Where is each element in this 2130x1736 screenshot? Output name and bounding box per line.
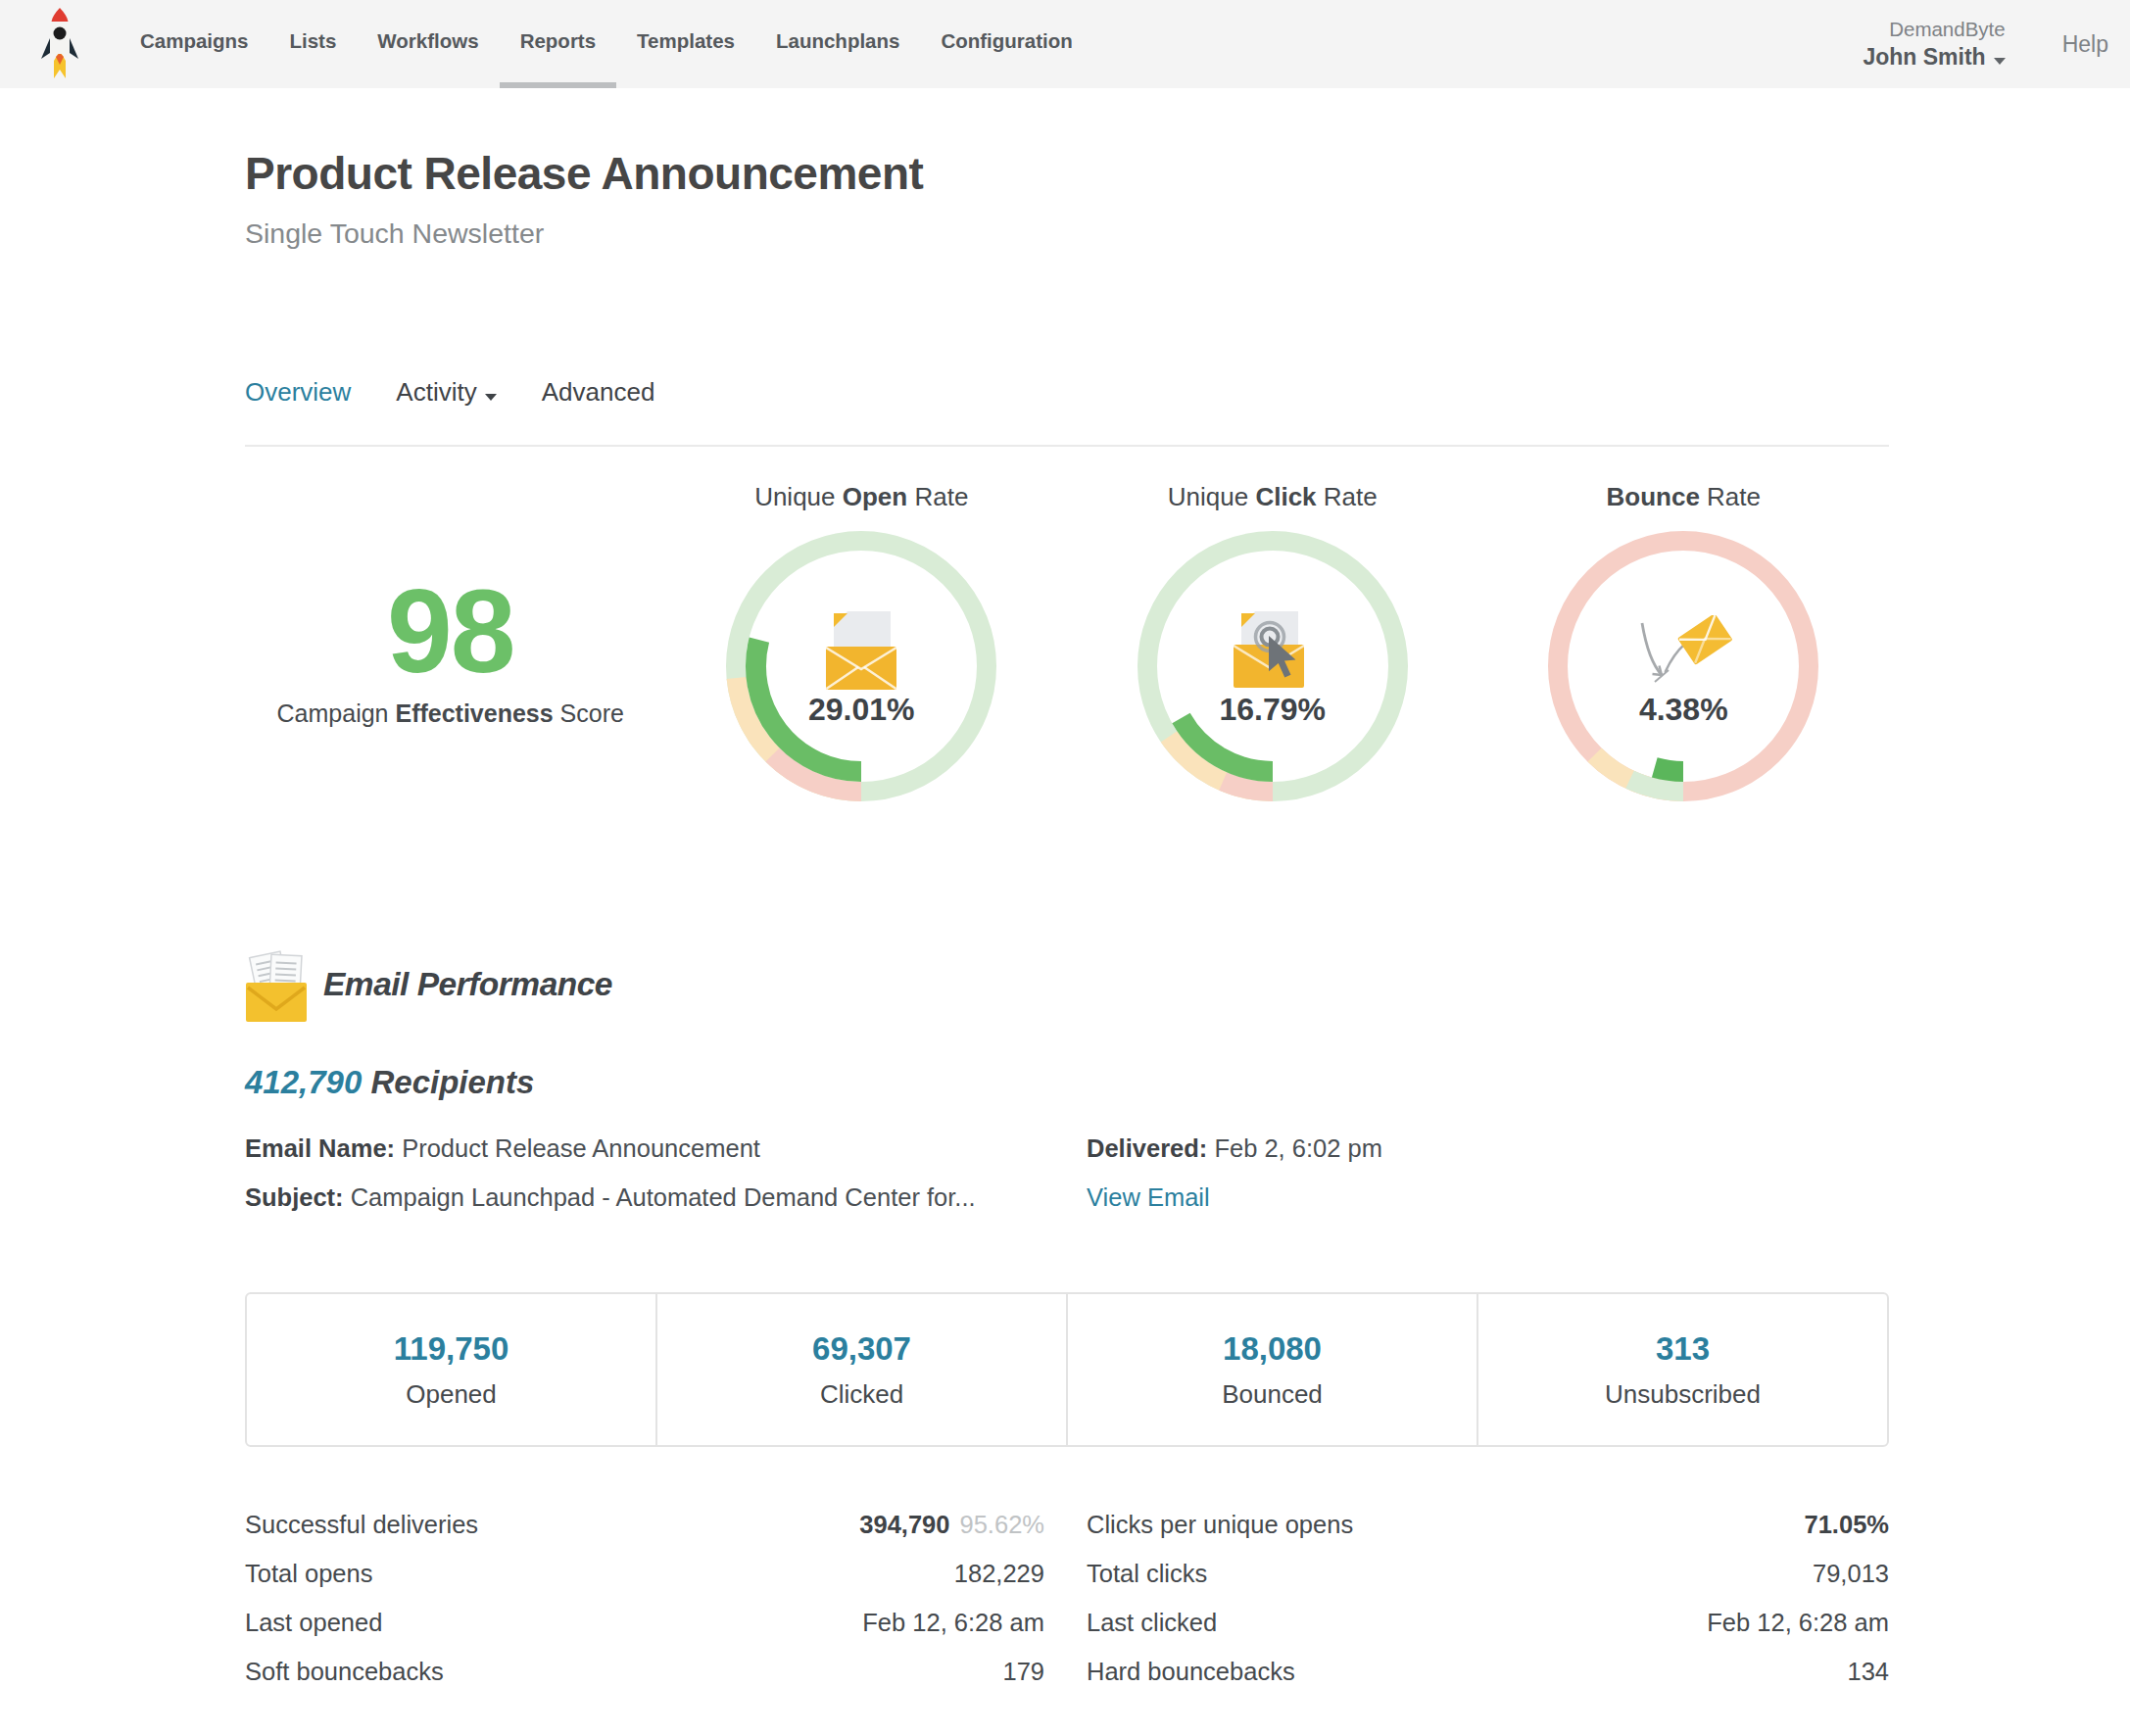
menu-item-campaigns[interactable]: Campaigns: [120, 0, 269, 88]
stat-label: Bounced: [1222, 1379, 1323, 1410]
account-user: John Smith: [1863, 42, 2005, 72]
detail-label: Successful deliveries: [245, 1511, 478, 1539]
envelope-bounce-icon: [1632, 615, 1734, 701]
detail-row: Hard bouncebacks 134: [1087, 1658, 1889, 1686]
menu-item-reports[interactable]: Reports: [500, 0, 616, 88]
detail-value: 394,79095.62%: [859, 1511, 1044, 1539]
gauge-unique-click-rate: Unique Click Rate 16.79%: [1067, 482, 1478, 803]
menu-item-configuration[interactable]: Configuration: [920, 0, 1092, 88]
detail-value: 179: [1002, 1658, 1044, 1686]
detail-label: Total clicks: [1087, 1560, 1207, 1588]
recipients-line: 412,790 Recipients: [245, 1064, 1889, 1101]
stat-value: 119,750: [394, 1330, 508, 1368]
detail-row: Total clicks 79,013: [1087, 1560, 1889, 1588]
detail-label: Total opens: [245, 1560, 372, 1588]
detail-value: 182,229: [954, 1560, 1044, 1588]
gauge-title: Bounce Rate: [1478, 482, 1890, 529]
stat-label: Clicked: [820, 1379, 903, 1410]
email-stack-icon: [245, 946, 308, 1023]
gauge-value: 16.79%: [1136, 692, 1410, 728]
detail-label: Hard bouncebacks: [1087, 1658, 1295, 1686]
gauge-title: Unique Open Rate: [656, 482, 1068, 529]
metrics-row: 98 Campaign Effectiveness Score Unique O…: [245, 482, 1889, 803]
top-nav: CampaignsListsWorkflowsReportsTemplatesL…: [0, 0, 2130, 88]
detail-value: 71.05%: [1805, 1511, 1890, 1539]
gauge-unique-open-rate: Unique Open Rate 29.01%: [656, 482, 1068, 803]
stat-box-clicked: 69,307 Clicked: [657, 1294, 1068, 1445]
main-menu: CampaignsListsWorkflowsReportsTemplatesL…: [120, 0, 1093, 88]
chevron-down-icon: [485, 394, 497, 401]
tab-activity[interactable]: Activity: [396, 377, 496, 408]
menu-item-lists[interactable]: Lists: [269, 0, 358, 88]
email-fields: Email Name: Product Release Announcement…: [245, 1134, 1889, 1212]
score-value: 98: [245, 572, 656, 690]
detail-value: Feb 12, 6:28 am: [862, 1609, 1044, 1637]
detail-label: Soft bouncebacks: [245, 1658, 444, 1686]
tab-overview[interactable]: Overview: [245, 377, 351, 408]
view-email-link[interactable]: View Email: [1087, 1183, 1210, 1211]
detail-row: Last clicked Feb 12, 6:28 am: [1087, 1609, 1889, 1637]
help-link[interactable]: Help: [2062, 31, 2108, 58]
subject-field: Subject: Campaign Launchpad - Automated …: [245, 1183, 1087, 1212]
gauge-value: 4.38%: [1546, 692, 1820, 728]
detail-value: 79,013: [1813, 1560, 1889, 1588]
menu-item-templates[interactable]: Templates: [616, 0, 755, 88]
gauge-bounce-rate: Bounce Rate 4.38%: [1478, 482, 1890, 803]
detail-label: Clicks per unique opens: [1087, 1511, 1353, 1539]
score-label: Campaign Effectiveness Score: [245, 699, 656, 728]
detail-row: Soft bouncebacks 179: [245, 1658, 1044, 1686]
page-title: Product Release Announcement: [245, 147, 1889, 200]
gauge-value: 29.01%: [724, 692, 998, 728]
menu-item-launchplans[interactable]: Launchplans: [755, 0, 920, 88]
detail-row: Last opened Feb 12, 6:28 am: [245, 1609, 1044, 1637]
stat-box-bounced: 18,080 Bounced: [1068, 1294, 1478, 1445]
envelope-click-icon: [1226, 602, 1320, 699]
email-performance-header: Email Performance: [245, 946, 1889, 1023]
detail-row: Total opens 182,229: [245, 1560, 1044, 1588]
gauge-title: Unique Click Rate: [1067, 482, 1478, 529]
stat-box-unsubscribed: 313 Unsubscribed: [1478, 1294, 1887, 1445]
stat-value: 69,307: [812, 1330, 911, 1368]
stat-value: 18,080: [1223, 1330, 1322, 1368]
recipients-count: 412,790: [245, 1064, 362, 1100]
account-menu[interactable]: DemandByte John Smith: [1863, 16, 2005, 73]
detail-label: Last opened: [245, 1609, 382, 1637]
detail-value: Feb 12, 6:28 am: [1707, 1609, 1889, 1637]
section-title: Email Performance: [323, 966, 612, 1003]
detail-stats: Successful deliveries 394,79095.62% Total…: [245, 1511, 1889, 1707]
detail-row: Successful deliveries 394,79095.62%: [245, 1511, 1044, 1539]
stat-value: 313: [1656, 1330, 1710, 1368]
stat-box-opened: 119,750 Opened: [247, 1294, 657, 1445]
delivered-field: Delivered: Feb 2, 6:02 pm: [1087, 1134, 1889, 1163]
report-tabs: Overview Activity Advanced: [245, 377, 1889, 408]
rocket-icon: [38, 8, 81, 80]
email-name-field: Email Name: Product Release Announcement: [245, 1134, 1087, 1163]
detail-row: Clicks per unique opens 71.05%: [1087, 1511, 1889, 1539]
page-subtitle: Single Touch Newsletter: [245, 217, 1889, 250]
menu-item-workflows[interactable]: Workflows: [357, 0, 499, 88]
detail-value: 134: [1847, 1658, 1889, 1686]
tab-advanced[interactable]: Advanced: [542, 377, 655, 408]
detail-label: Last clicked: [1087, 1609, 1217, 1637]
stat-label: Opened: [406, 1379, 497, 1410]
account-company: DemandByte: [1863, 16, 2005, 43]
tabs-divider: [245, 445, 1889, 447]
rocket-logo[interactable]: [0, 0, 120, 88]
campaign-effectiveness-score: 98 Campaign Effectiveness Score: [245, 482, 656, 803]
stat-boxes: 119,750 Opened69,307 Clicked18,080 Bounc…: [245, 1292, 1889, 1447]
envelope-open-icon: [814, 602, 908, 699]
stat-label: Unsubscribed: [1605, 1379, 1761, 1410]
chevron-down-icon: [1994, 58, 2006, 65]
